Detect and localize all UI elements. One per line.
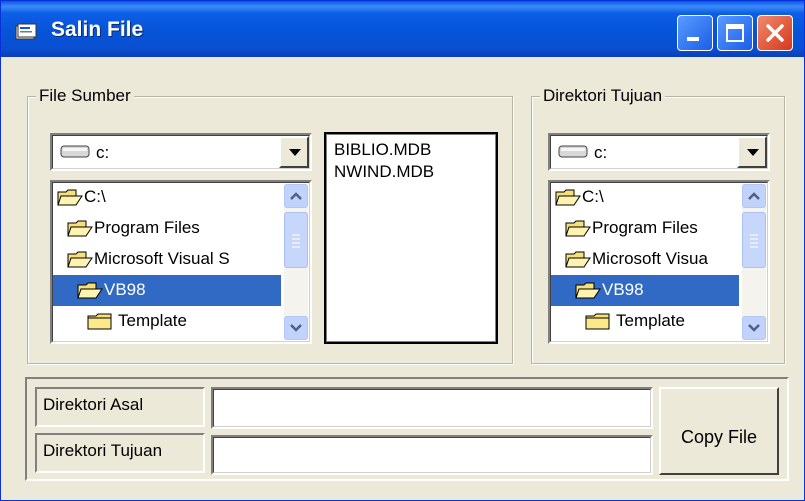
directory-label: Template <box>118 311 187 330</box>
directory-label: Template <box>616 311 685 330</box>
directory-item[interactable]: Template <box>551 306 741 337</box>
destination-directory-scrollbar[interactable] <box>742 184 766 340</box>
maximize-button[interactable] <box>717 15 753 51</box>
source-directory-list[interactable]: C:\ Program Files Microsoft Visual S VB9… <box>50 180 312 344</box>
directory-item[interactable]: Microsoft Visual S <box>53 244 283 275</box>
source-group: File Sumber c: C:\ Program Files Microso… <box>27 86 513 364</box>
destination-group: Direktori Tujuan c: C:\ Program Files Mi… <box>531 86 785 364</box>
scroll-down-button[interactable] <box>284 316 308 340</box>
directory-item[interactable]: Program Files <box>551 213 741 244</box>
open-folder-icon <box>555 189 581 206</box>
copy-file-button[interactable]: Copy File <box>659 387 779 475</box>
open-folder-icon <box>77 282 103 299</box>
file-item[interactable]: BIBLIO.MDB <box>334 140 431 160</box>
directory-label: C:\ <box>84 187 106 206</box>
directory-item[interactable]: Program Files <box>53 213 283 244</box>
open-folder-icon <box>67 251 93 268</box>
chevron-down-icon <box>290 324 302 332</box>
file-item[interactable]: NWIND.MDB <box>334 162 434 182</box>
directory-item[interactable]: C:\ <box>551 183 741 213</box>
title-bar[interactable]: Salin File <box>1 1 804 57</box>
chevron-down-icon <box>747 149 759 156</box>
scroll-up-button[interactable] <box>742 184 766 208</box>
destination-directory-label-box: Direktori Tujuan <box>35 433 205 473</box>
destination-drive-value: c: <box>594 143 608 162</box>
open-folder-icon <box>565 251 591 268</box>
source-directory-field[interactable] <box>211 387 653 429</box>
source-file-list[interactable]: BIBLIO.MDB NWIND.MDB <box>324 132 498 344</box>
drive-icon <box>558 145 588 158</box>
copy-file-label: Copy File <box>680 427 758 447</box>
open-folder-icon <box>67 220 93 237</box>
window-title: Salin File <box>51 18 144 41</box>
directory-item[interactable]: Template <box>53 306 283 337</box>
destination-directory-label: Direktori Tujuan <box>43 441 163 460</box>
minimize-icon <box>687 37 699 41</box>
directory-label: Microsoft Visua <box>592 249 708 268</box>
maximize-icon <box>726 24 744 42</box>
directory-label: C:\ <box>582 187 604 206</box>
folder-icon <box>87 313 112 330</box>
drive-icon <box>60 145 90 158</box>
source-drive-select[interactable]: c: <box>50 133 312 171</box>
directory-item-selected[interactable]: VB98 <box>551 275 739 306</box>
destination-directory-field[interactable] <box>211 435 653 475</box>
open-folder-icon <box>565 220 591 237</box>
close-icon <box>766 24 784 42</box>
scroll-thumb[interactable] <box>742 212 766 268</box>
app-icon <box>15 23 37 40</box>
directory-item[interactable]: C:\ <box>53 183 283 213</box>
grip-icon <box>292 234 300 248</box>
destination-directory-list[interactable]: C:\ Program Files Microsoft Visua VB98 T… <box>548 180 770 344</box>
scroll-up-button[interactable] <box>284 184 308 208</box>
directory-label: Microsoft Visual S <box>94 249 230 268</box>
destination-drive-dropdown-button[interactable] <box>737 136 767 168</box>
salin-file-window: Salin File File Sumber c: C:\ Program Fi… <box>0 0 805 501</box>
scroll-down-button[interactable] <box>742 316 766 340</box>
minimize-button[interactable] <box>677 15 713 51</box>
directory-item[interactable]: Microsoft Visua <box>551 244 741 275</box>
directory-label: VB98 <box>602 280 644 299</box>
destination-drive-select[interactable]: c: <box>548 133 770 171</box>
chevron-down-icon <box>289 149 301 156</box>
directory-label: VB98 <box>104 280 146 299</box>
directory-label: Program Files <box>592 218 698 237</box>
grip-icon <box>750 234 758 248</box>
source-directory-scrollbar[interactable] <box>284 184 308 340</box>
open-folder-icon <box>575 282 601 299</box>
source-directory-label-box: Direktori Asal <box>35 387 205 427</box>
directory-label: Program Files <box>94 218 200 237</box>
source-group-label: File Sumber <box>36 86 134 106</box>
chevron-up-icon <box>290 192 302 200</box>
folder-icon <box>585 313 610 330</box>
directory-fields-panel: Direktori Asal Direktori Tujuan Copy Fil… <box>25 377 789 481</box>
directory-item-selected[interactable]: VB98 <box>53 275 281 306</box>
source-drive-dropdown-button[interactable] <box>279 136 309 168</box>
source-directory-label: Direktori Asal <box>43 395 144 414</box>
scroll-thumb[interactable] <box>284 212 308 268</box>
destination-group-label: Direktori Tujuan <box>540 86 666 106</box>
chevron-down-icon <box>748 324 760 332</box>
chevron-up-icon <box>748 192 760 200</box>
source-drive-value: c: <box>96 143 110 162</box>
open-folder-icon <box>57 189 83 206</box>
close-button[interactable] <box>757 15 793 51</box>
